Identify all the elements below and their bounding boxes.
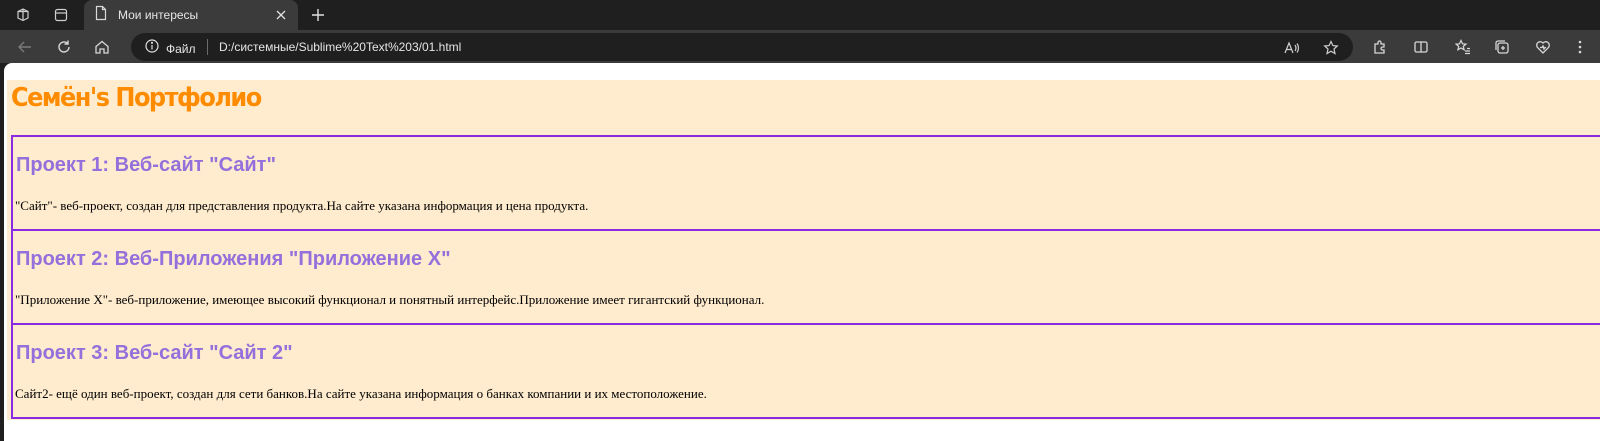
- collections-icon[interactable]: [1489, 34, 1515, 60]
- project-card-1: Проект 1: Веб-сайт "Сайт" "Сайт"- веб-пр…: [11, 135, 1600, 231]
- project-heading: Проект 3: Веб-сайт "Сайт 2": [16, 342, 293, 364]
- vertical-tabs-icon[interactable]: [48, 3, 74, 27]
- split-screen-icon[interactable]: [1408, 34, 1434, 60]
- tab-close-icon[interactable]: [272, 6, 290, 24]
- project-card-3: Проект 3: Веб-сайт "Сайт 2" Сайт2- ещё о…: [11, 323, 1600, 419]
- home-button[interactable]: [89, 34, 115, 60]
- favorites-icon[interactable]: [1450, 34, 1476, 60]
- more-menu-icon[interactable]: [1570, 34, 1590, 60]
- site-label: Файл: [166, 41, 196, 56]
- page-icon: [94, 5, 108, 26]
- tab-active[interactable]: Мои интересы: [84, 0, 298, 30]
- project-heading: Проект 1: Веб-сайт "Сайт": [16, 154, 276, 176]
- reload-button[interactable]: [51, 34, 77, 60]
- page-title: Семён's Портфолио: [11, 82, 262, 113]
- page-viewport: Семён's Портфолио Проект 1: Веб-сайт "Са…: [4, 63, 1600, 441]
- project-description: "Сайт"- веб-проект, создан для представл…: [15, 198, 589, 213]
- tab-title: Мои интересы: [118, 8, 199, 22]
- toolbar: Файл D:/системные/Sublime%20Text%203/01.…: [0, 30, 1600, 63]
- tab-strip: Мои интересы: [0, 0, 1600, 30]
- workspaces-icon[interactable]: [10, 3, 36, 27]
- project-description: "Приложение Х"- веб-приложение, имеющее …: [15, 292, 765, 307]
- info-icon: [145, 39, 159, 58]
- read-aloud-icon[interactable]: [1281, 37, 1303, 59]
- address-separator: [207, 39, 208, 55]
- site-info-button[interactable]: Файл: [145, 39, 196, 58]
- browser-essentials-icon[interactable]: [1530, 34, 1556, 60]
- favorite-star-icon[interactable]: [1320, 37, 1342, 59]
- new-tab-button[interactable]: [306, 3, 330, 27]
- address-bar[interactable]: Файл D:/системные/Sublime%20Text%203/01.…: [131, 33, 1353, 61]
- url-text[interactable]: D:/системные/Sublime%20Text%203/01.html: [219, 40, 461, 54]
- project-description: Сайт2- ещё один веб-проект, создан для с…: [15, 386, 707, 401]
- project-card-2: Проект 2: Веб-Приложения "Приложение Х" …: [11, 229, 1600, 325]
- project-heading: Проект 2: Веб-Приложения "Приложение Х": [16, 248, 451, 270]
- extensions-icon[interactable]: [1367, 34, 1393, 60]
- back-button[interactable]: [12, 34, 38, 60]
- page-body: Семён's Портфолио Проект 1: Веб-сайт "Са…: [7, 80, 1600, 420]
